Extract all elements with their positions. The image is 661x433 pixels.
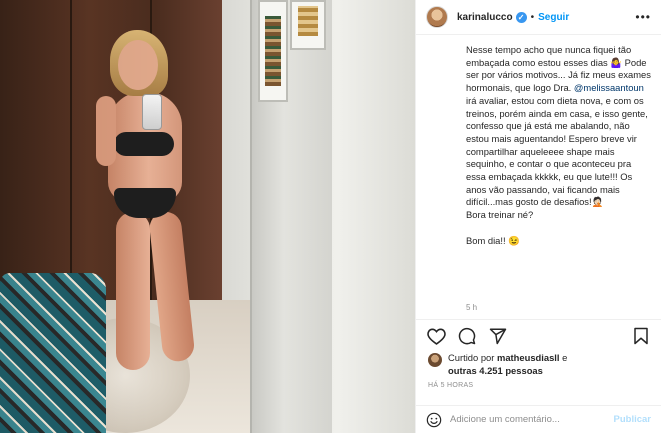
liker-username-link[interactable]: matheusdiasll <box>497 352 560 363</box>
action-bar <box>416 319 661 351</box>
post-sidebar: karinalucco ✓ • Seguir ••• Nesse tempo a… <box>415 0 661 433</box>
verified-badge-icon: ✓ <box>515 11 527 23</box>
liker-avatar[interactable] <box>428 353 442 367</box>
caption-area: Nesse tempo acho que nunca fiquei tão em… <box>416 35 661 319</box>
heart-icon[interactable] <box>426 326 446 346</box>
avatar[interactable] <box>426 6 448 28</box>
comment-icon[interactable] <box>457 326 477 346</box>
instagram-post: karinalucco ✓ • Seguir ••• Nesse tempo a… <box>0 0 661 433</box>
bookmark-icon[interactable] <box>631 326 651 346</box>
likes-and: e <box>559 352 568 363</box>
caption-text: irá avaliar, estou com dieta nova, e com… <box>466 94 648 246</box>
more-options-icon[interactable]: ••• <box>635 10 651 24</box>
caption-time: 5 h <box>466 303 478 312</box>
separator-dot: • <box>530 11 535 23</box>
share-icon[interactable] <box>488 326 508 346</box>
username-link[interactable]: karinalucco <box>457 12 513 23</box>
mention-link[interactable]: @melissaantoun <box>574 82 644 93</box>
follow-button[interactable]: Seguir <box>538 12 569 23</box>
liked-by-prefix: Curtido por <box>448 352 497 363</box>
post-date[interactable]: HÁ 5 HORAS <box>428 382 473 389</box>
post-comment-button[interactable]: Publicar <box>614 414 652 425</box>
likes-summary: Curtido por matheusdiasll e outras 4.251 … <box>428 352 658 377</box>
likes-count-link[interactable]: outras 4.251 pessoas <box>448 365 543 376</box>
post-photo[interactable] <box>0 0 415 433</box>
likes-text: Curtido por matheusdiasll e outras 4.251 … <box>448 352 567 377</box>
post-caption: Nesse tempo acho que nunca fiquei tão em… <box>466 44 652 247</box>
post-header: karinalucco ✓ • Seguir ••• <box>416 0 661 35</box>
comment-input[interactable] <box>448 413 614 426</box>
comment-bar: Publicar <box>416 405 661 433</box>
smiley-icon[interactable] <box>426 412 442 428</box>
